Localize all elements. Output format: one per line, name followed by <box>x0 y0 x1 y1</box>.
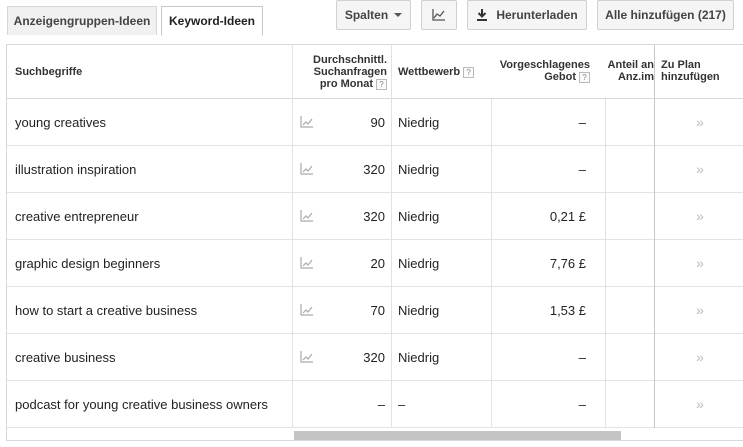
tab-keyword-ideas[interactable]: Keyword-Ideen <box>161 6 263 36</box>
keyword-cell: how to start a creative business <box>15 302 198 318</box>
table-body: young creatives 90 Niedrig –» illustration i… <box>7 99 743 428</box>
suggested-bid-cell: – <box>578 396 586 412</box>
caret-down-icon <box>394 13 403 17</box>
header-avg-searches-line1: Durchschnittl. <box>313 54 387 66</box>
help-icon[interactable]: ? <box>579 71 590 83</box>
add-to-plan-button[interactable]: » <box>655 381 743 427</box>
toolbar: Anzeigengruppen-Ideen Keyword-Ideen Spal… <box>0 0 743 36</box>
table-row: young creatives 90 Niedrig – » <box>7 99 743 146</box>
chart-toggle-button[interactable] <box>421 0 457 30</box>
add-to-plan-button[interactable]: » <box>655 334 743 380</box>
competition-cell: Niedrig <box>398 302 440 318</box>
suggested-bid-cell: 7,76 £ <box>549 255 586 271</box>
help-icon[interactable]: ? <box>463 66 475 78</box>
suggested-bid-cell: – <box>578 114 586 130</box>
keyword-cell: podcast for young creative business owne… <box>15 396 268 412</box>
suggested-bid-cell: – <box>578 349 586 365</box>
competition-cell: Niedrig <box>398 208 440 224</box>
header-bid-line2: Gebot <box>544 71 576 83</box>
table-header: Suchbegriffe Durchschnittl. Suchanfragen… <box>7 45 743 99</box>
keyword-cell: graphic design beginners <box>15 255 161 271</box>
competition-cell: Niedrig <box>398 161 440 177</box>
trend-chart-icon[interactable] <box>300 334 316 380</box>
header-plan-line1: Zu Plan <box>661 59 701 71</box>
keyword-cell: illustration inspiration <box>15 161 137 177</box>
keyword-cell: creative business <box>15 349 116 365</box>
header-plan-line2: hinzufügen <box>661 71 720 83</box>
suggested-bid-cell: 1,53 £ <box>549 302 586 318</box>
avg-searches-cell: 320 <box>363 161 385 177</box>
suggested-bid-cell: 0,21 £ <box>549 208 586 224</box>
suggested-bid-cell: – <box>578 161 586 177</box>
header-avg-searches-line2: Suchanfragen <box>313 66 387 78</box>
horizontal-scrollbar[interactable] <box>7 428 743 440</box>
competition-cell: Niedrig <box>398 114 440 130</box>
columns-button-label: Spalten <box>344 8 389 22</box>
trend-chart-icon[interactable] <box>300 99 316 145</box>
table-row: graphic design beginners 20 Niedrig 7,76 £ » <box>7 240 743 287</box>
add-to-plan-button[interactable]: » <box>655 287 743 333</box>
trend-chart-icon[interactable] <box>300 287 316 333</box>
keyword-cell: creative entrepreneur <box>15 208 139 224</box>
add-to-plan-button[interactable]: » <box>655 240 743 286</box>
avg-searches-cell: 20 <box>370 255 385 271</box>
keyword-table: Suchbegriffe Durchschnittl. Suchanfragen… <box>6 44 743 441</box>
header-bid-line1: Vorgeschlagenes <box>499 59 590 71</box>
column-divider <box>391 45 392 428</box>
header-share-line1: Anteil an <box>607 59 654 71</box>
header-competition-label: Wettbewerb <box>398 66 461 78</box>
table-row: podcast for young creative business owne… <box>7 381 743 428</box>
column-divider <box>491 99 492 428</box>
header-keyword[interactable]: Suchbegriffe <box>15 66 285 80</box>
avg-searches-cell: 320 <box>363 208 385 224</box>
header-avg-searches-line3: pro Monat <box>319 78 373 90</box>
competition-cell: Niedrig <box>398 255 440 271</box>
table-row: creative entrepreneur 320 Niedrig 0,21 £ » <box>7 193 743 240</box>
columns-button[interactable]: Spalten <box>336 0 411 30</box>
table-row: illustration inspiration 320 Niedrig – » <box>7 146 743 193</box>
help-icon[interactable]: ? <box>376 78 387 90</box>
competition-cell: – <box>398 396 406 412</box>
trend-chart-icon[interactable] <box>300 240 316 286</box>
trend-chart-icon[interactable] <box>300 146 316 192</box>
download-icon <box>477 9 488 21</box>
add-all-button[interactable]: Alle hinzufügen (217) <box>597 0 734 30</box>
avg-searches-cell: 90 <box>370 114 385 130</box>
competition-cell: Niedrig <box>398 349 440 365</box>
scrollbar-thumb[interactable] <box>294 431 621 440</box>
avg-searches-cell: – <box>377 396 385 412</box>
trend-chart-icon[interactable] <box>300 193 316 239</box>
keyword-cell: young creatives <box>15 114 107 130</box>
add-to-plan-button[interactable]: » <box>655 99 743 145</box>
download-button[interactable]: Herunterladen <box>467 0 587 30</box>
avg-searches-cell: 70 <box>370 302 385 318</box>
header-share-line2: Anz.im <box>617 71 654 83</box>
table-row: how to start a creative business 70 Niedri… <box>7 287 743 334</box>
tab-ad-group-ideas[interactable]: Anzeigengruppen-Ideen <box>7 6 157 35</box>
sticky-column-divider <box>654 45 655 428</box>
add-to-plan-button[interactable]: » <box>655 146 743 192</box>
avg-searches-cell: 320 <box>363 349 385 365</box>
download-button-label: Herunterladen <box>496 8 578 22</box>
table-row: creative business 320 Niedrig – » <box>7 334 743 381</box>
add-to-plan-button[interactable]: » <box>655 193 743 239</box>
line-chart-icon <box>432 9 445 21</box>
column-divider <box>292 45 293 428</box>
column-divider <box>605 99 606 428</box>
